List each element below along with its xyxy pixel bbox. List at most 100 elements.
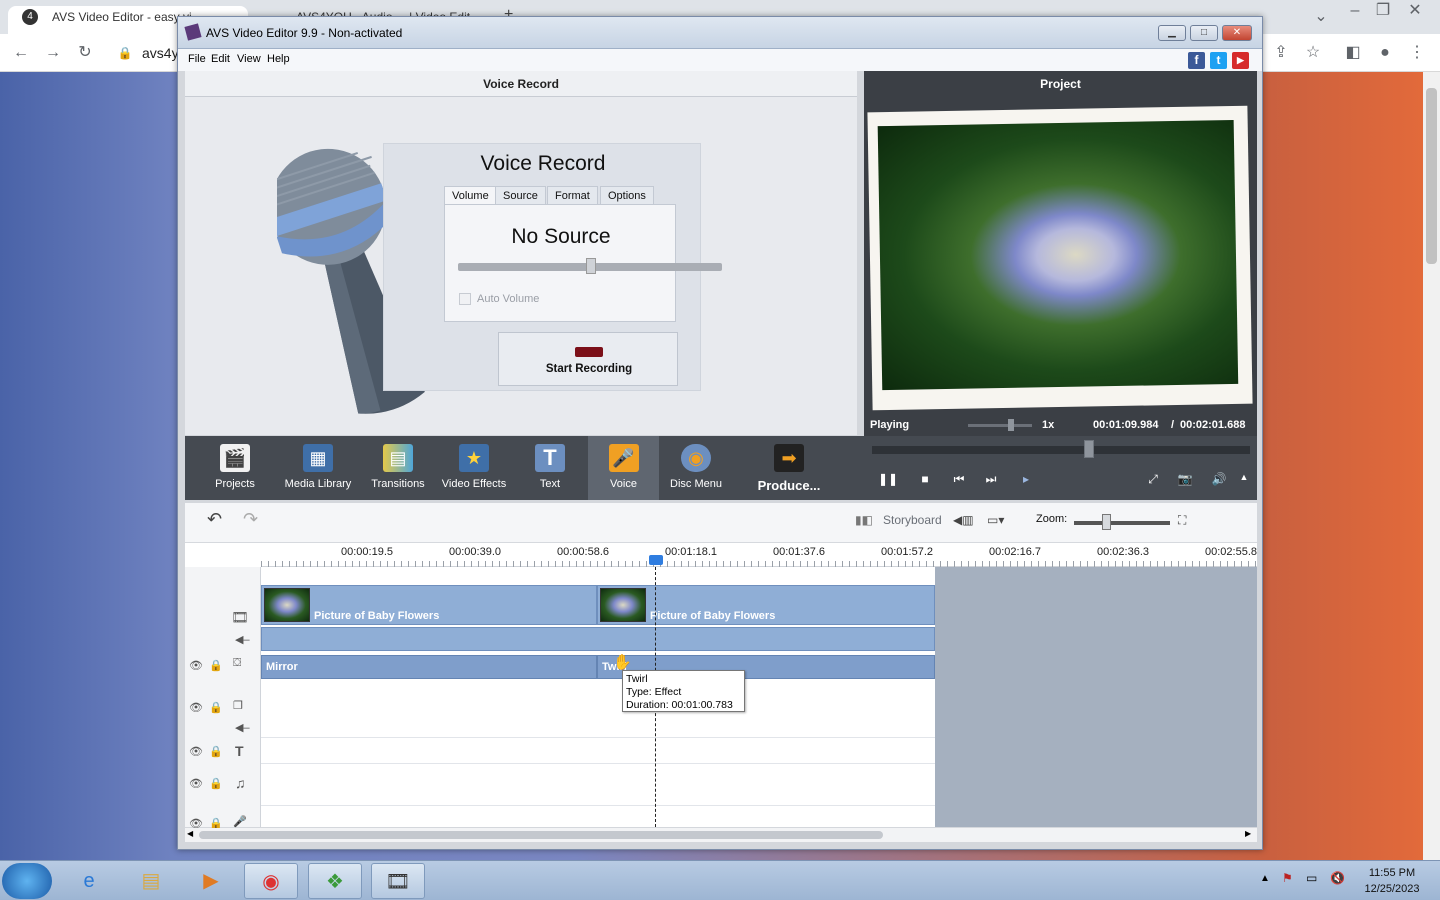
timeline-ruler[interactable]: 00:00:19.5 00:00:39.0 00:00:58.6 00:01:1… [261,543,1257,567]
forward-icon[interactable]: → [42,42,64,64]
pause-icon[interactable]: ❚❚ [878,472,898,486]
scroll-right-icon[interactable]: ▶ [1245,829,1251,838]
tab-search-icon[interactable]: ⌄ [1310,6,1332,28]
toolbar-voice-button[interactable]: 🎤 Voice [588,436,659,500]
minimize-browser-icon[interactable]: – [1344,0,1366,22]
menu-help[interactable]: Help [267,53,290,65]
volume-slider-handle[interactable] [586,258,596,274]
stop-icon[interactable]: ■ [915,472,935,486]
toolbar-disc-menu-button[interactable]: ◉ Disc Menu [663,436,729,500]
scroll-left-icon[interactable]: ◀ [187,829,193,838]
menu-edit[interactable]: Edit [211,53,230,65]
maximize-window-button[interactable]: □ [1190,25,1218,41]
close-window-button[interactable]: ✕ [1222,25,1252,41]
previous-icon[interactable]: ⏮ [949,472,969,487]
network-icon[interactable]: ▭ [1306,871,1317,885]
menu-file[interactable]: File [188,53,206,65]
storyboard-button[interactable]: Storyboard [883,513,942,527]
show-hidden-icons-icon[interactable]: ▲ [1260,873,1270,884]
lock-icon[interactable]: 🔒 [209,777,223,790]
system-clock[interactable]: 11:55 PM 12/25/2023 [1352,865,1432,897]
toolbar-label: Voice [610,478,637,490]
frame-step-icon[interactable]: ▸ [1016,472,1036,486]
toolbar-media-library-button[interactable]: ▦ Media Library [283,436,353,500]
lock-icon[interactable]: 🔒 [209,659,223,672]
eye-icon[interactable]: 👁 [189,777,203,790]
tab-format[interactable]: Format [547,186,598,205]
video-clip[interactable]: Picture of Baby Flowers [597,585,935,625]
toolbar-transitions-button[interactable]: ▤ Transitions [367,436,429,500]
menu-kebab-icon[interactable]: ⋮ [1406,42,1428,64]
file-explorer-icon[interactable]: ▤ [124,863,178,899]
redo-icon[interactable]: ↷ [243,509,258,530]
toolbar-produce-button[interactable]: ➡ Produce... [753,436,825,500]
undo-icon[interactable]: ↶ [207,509,222,530]
page-scrollbar-thumb[interactable] [1426,88,1437,264]
window-titlebar[interactable]: AVS Video Editor 9.9 - Non-activated ▁ □… [178,17,1262,49]
youtube-icon[interactable]: ▶ [1232,52,1249,69]
lock-icon[interactable]: 🔒 [209,701,223,714]
audio-mixer-icon[interactable]: ◀▥ [953,513,974,527]
playback-speed: 1x [1042,419,1055,431]
start-button[interactable] [2,863,52,899]
toolbar-video-effects-button[interactable]: ★ Video Effects [441,436,507,500]
internet-explorer-icon[interactable]: e [62,863,116,899]
video-clip[interactable]: Picture of Baby Flowers [261,585,597,625]
facebook-icon[interactable]: f [1188,52,1205,69]
volume-icon[interactable]: 🔊 [1209,472,1229,486]
timeline-scrollbar-thumb[interactable] [199,831,883,839]
zoom-slider[interactable] [1074,521,1170,525]
fit-zoom-icon[interactable]: ⛶ [1178,513,1186,528]
avs-taskbar-icon[interactable]: 🎞 [371,863,425,899]
toolbar-text-button[interactable]: T Text [519,436,581,500]
media-player-icon[interactable]: ▶ [184,863,238,899]
effect-clip[interactable]: Mirror [261,655,597,679]
eye-icon[interactable]: 👁 [189,701,203,714]
share-icon[interactable]: ⇪ [1270,42,1292,64]
sidebar-icon[interactable]: ◧ [1342,42,1364,64]
bookmark-star-icon[interactable]: ☆ [1302,42,1324,64]
speaker-muted-icon[interactable]: 🔇 [1330,871,1345,885]
mute-icon[interactable]: ◀– [235,721,250,734]
tab-options[interactable]: Options [600,186,654,205]
seek-bar-handle[interactable] [1084,440,1094,458]
volume-arrow-icon[interactable]: ▲ [1234,472,1254,482]
menu-view[interactable]: View [237,53,261,65]
minimize-window-button[interactable]: ▁ [1158,25,1186,41]
twitter-icon[interactable]: t [1210,52,1227,69]
mute-icon[interactable]: ◀– [235,633,250,646]
toolbar-projects-button[interactable]: 🎬 Projects [203,436,267,500]
action-center-icon[interactable]: ⚑ [1282,871,1293,885]
lock-icon[interactable]: 🔒 [209,745,223,758]
speed-slider-handle[interactable] [1008,419,1014,431]
back-icon[interactable]: ← [10,42,32,64]
close-browser-icon[interactable]: ✕ [1404,0,1426,22]
playhead-marker[interactable] [649,555,663,565]
snapshot-icon[interactable]: 📷 [1175,472,1195,486]
tab-source[interactable]: Source [495,186,546,205]
windows-app-taskbar-icon[interactable]: ❖ [308,863,362,899]
chrome-taskbar-icon[interactable]: ◉ [244,863,298,899]
seek-bar[interactable] [872,446,1250,454]
preview-image[interactable] [877,119,1239,391]
address-bar[interactable]: avs4y [142,45,179,61]
timeline-horizontal-scrollbar[interactable]: ◀ ▶ [185,828,1257,842]
restore-browser-icon[interactable]: ❐ [1372,0,1394,22]
storyboard-icon[interactable]: ▮◧ [855,513,873,527]
tab-volume[interactable]: Volume [444,186,497,205]
display-mode-icon[interactable]: ▭▾ [987,513,1004,527]
start-recording-button[interactable]: Start Recording [498,332,678,386]
eye-icon[interactable]: 👁 [189,745,203,758]
timeline-empty-area[interactable] [935,567,1257,827]
reload-icon[interactable]: ↻ [74,42,96,64]
eye-icon[interactable]: 👁 [189,659,203,672]
page-scrollbar[interactable] [1423,72,1440,860]
fullscreen-icon[interactable]: ⤢ [1143,472,1163,487]
auto-volume-checkbox[interactable] [459,293,471,305]
zoom-slider-handle[interactable] [1102,514,1111,530]
profile-icon[interactable]: ● [1374,42,1396,64]
next-icon[interactable]: ⏭ [981,472,1001,487]
audio-strip[interactable] [261,627,935,651]
ruler-label: 00:00:39.0 [449,546,501,558]
speed-slider[interactable] [968,424,1032,427]
